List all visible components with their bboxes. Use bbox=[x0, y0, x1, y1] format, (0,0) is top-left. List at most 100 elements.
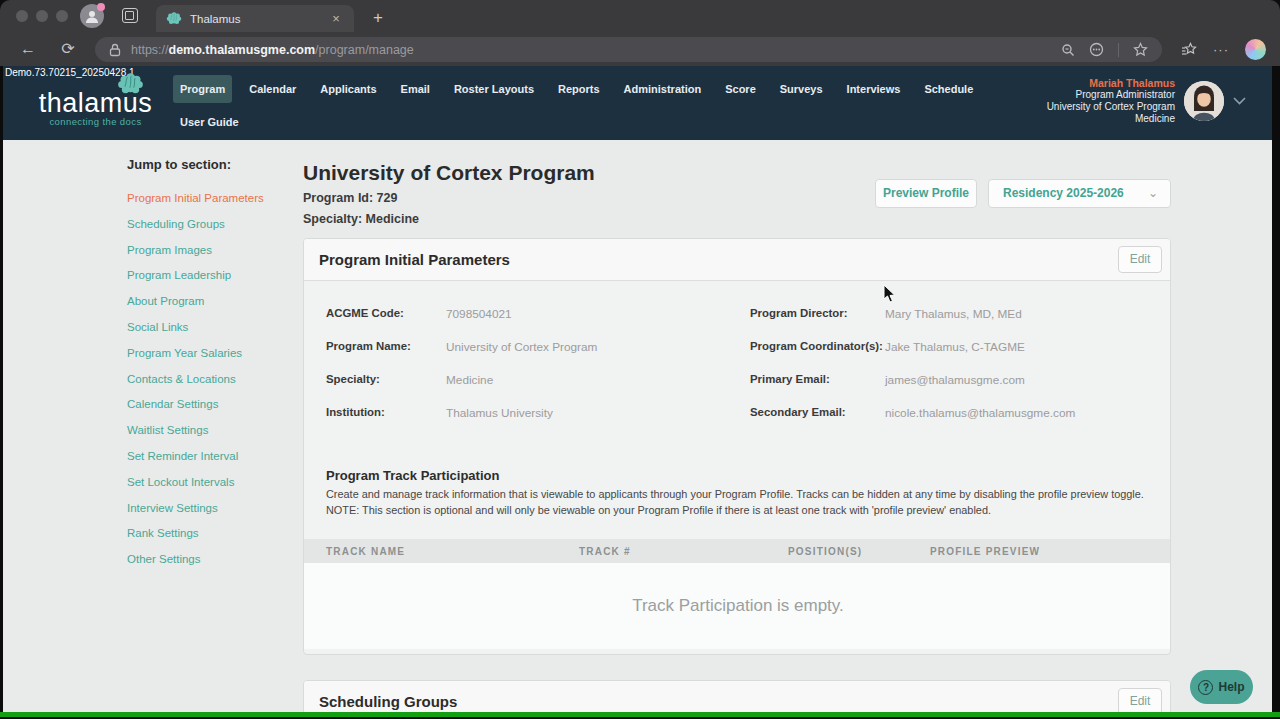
sidebar-item-contacts-locations[interactable]: Contacts & Locations bbox=[127, 367, 297, 393]
user-program: University of Cortex Program bbox=[1047, 101, 1175, 113]
nav-item-program[interactable]: Program bbox=[173, 75, 232, 103]
sidebar-item-waitlist-settings[interactable]: Waitlist Settings bbox=[127, 418, 297, 444]
main-nav: Program Calendar Applicants Email Roster… bbox=[173, 75, 980, 136]
nav-item-surveys[interactable]: Surveys bbox=[773, 75, 830, 103]
nav-item-reports[interactable]: Reports bbox=[551, 75, 607, 103]
track-section-title: Program Track Participation bbox=[326, 468, 499, 483]
field-label: Program Coordinator(s): bbox=[750, 340, 876, 352]
track-table-header: TRACK NAME TRACK # POSITION(S) PROFILE P… bbox=[304, 539, 1171, 563]
copilot-icon[interactable] bbox=[1245, 39, 1266, 60]
user-role: Program Administrator bbox=[1047, 89, 1175, 101]
favorites-icon[interactable] bbox=[1181, 42, 1197, 57]
window-controls[interactable] bbox=[16, 10, 68, 22]
tab-close-icon[interactable]: × bbox=[328, 11, 344, 26]
card-header: Scheduling Groups Edit bbox=[304, 681, 1170, 712]
field-label: Program Director: bbox=[750, 307, 876, 319]
sidebar-item-about-program[interactable]: About Program bbox=[127, 289, 297, 315]
track-section-desc1: Create and manage track information that… bbox=[326, 488, 1144, 500]
back-button[interactable]: ← bbox=[16, 37, 40, 61]
help-button[interactable]: ? Help bbox=[1190, 670, 1253, 704]
field-value: nicole.thalamus@thalamusgme.com bbox=[885, 406, 1075, 420]
tab-overview-icon[interactable] bbox=[122, 8, 138, 23]
dropdown-chevron-icon: ⌄ bbox=[1148, 180, 1158, 207]
season-dropdown[interactable]: Residency 2025-2026⌄ bbox=[988, 179, 1171, 208]
sidebar-item-other-settings[interactable]: Other Settings bbox=[127, 547, 297, 573]
card-title: Program Initial Parameters bbox=[319, 239, 510, 281]
tab-title: Thalamus bbox=[190, 13, 320, 25]
field-value: Mary Thalamus, MD, MEd bbox=[885, 307, 1022, 321]
zoom-icon[interactable] bbox=[1061, 43, 1075, 57]
sidebar-item-program-leadership[interactable]: Program Leadership bbox=[127, 263, 297, 289]
thalamus-logo[interactable]: thalamus connecting the docs bbox=[33, 80, 158, 127]
column-profile-preview: PROFILE PREVIEW bbox=[930, 546, 1171, 557]
sidebar-item-interview-settings[interactable]: Interview Settings bbox=[127, 496, 297, 522]
field-value: University of Cortex Program bbox=[446, 340, 597, 354]
nav-item-calendar[interactable]: Calendar bbox=[242, 75, 303, 103]
sidebar-item-program-images[interactable]: Program Images bbox=[127, 238, 297, 264]
divider bbox=[1118, 43, 1119, 57]
preview-profile-button[interactable]: Preview Profile bbox=[875, 179, 977, 208]
video-artifact-line bbox=[0, 712, 1280, 717]
sidebar-item-set-reminder-interval[interactable]: Set Reminder Interval bbox=[127, 444, 297, 470]
nav-item-applicants[interactable]: Applicants bbox=[313, 75, 383, 103]
browser-profile-avatar[interactable] bbox=[80, 4, 104, 28]
profile-notification-dot bbox=[97, 3, 105, 11]
edit-initial-parameters-button[interactable]: Edit bbox=[1118, 246, 1162, 273]
sidebar-item-program-year-salaries[interactable]: Program Year Salaries bbox=[127, 341, 297, 367]
sidebar-item-set-lockout-intervals[interactable]: Set Lockout Intervals bbox=[127, 470, 297, 496]
column-positions: POSITION(S) bbox=[788, 546, 930, 557]
nav-item-administration[interactable]: Administration bbox=[617, 75, 709, 103]
browser-addressbar: ← ⟳ https://demo.thalamusgme.com/program… bbox=[0, 32, 1280, 66]
browser-titlebar: Thalamus × + bbox=[0, 0, 1280, 32]
lock-icon bbox=[109, 43, 121, 57]
edit-scheduling-groups-button[interactable]: Edit bbox=[1118, 688, 1162, 712]
page-body: Demo.73.70215_20250428.1 thalamus connec… bbox=[3, 66, 1272, 712]
track-empty-state: Track Participation is empty. bbox=[304, 563, 1171, 649]
chevron-down-icon bbox=[1233, 97, 1246, 105]
track-empty-text: Track Participation is empty. bbox=[632, 596, 844, 616]
build-label: Demo.73.70215_20250428.1 bbox=[5, 67, 135, 78]
card-title: Scheduling Groups bbox=[319, 681, 457, 712]
field-label: Program Name: bbox=[326, 340, 446, 352]
bookmark-star-icon[interactable] bbox=[1133, 42, 1148, 57]
jump-sidebar: Jump to section: Program Initial Paramet… bbox=[127, 157, 297, 573]
sidebar-item-calendar-settings[interactable]: Calendar Settings bbox=[127, 392, 297, 418]
nav-item-interviews[interactable]: Interviews bbox=[840, 75, 908, 103]
browser-tab[interactable]: Thalamus × bbox=[156, 5, 354, 32]
program-initial-parameters-card: Program Initial Parameters Edit ACGME Co… bbox=[303, 238, 1171, 655]
tracking-prevention-icon[interactable] bbox=[1089, 42, 1104, 57]
field-value: james@thalamusgme.com bbox=[885, 373, 1025, 387]
sidebar-item-rank-settings[interactable]: Rank Settings bbox=[127, 521, 297, 547]
field-label: Institution: bbox=[326, 406, 446, 418]
field-label: Secondary Email: bbox=[750, 406, 876, 418]
track-section-desc2: NOTE: This section is optional and will … bbox=[326, 504, 991, 516]
logo-tagline: connecting the docs bbox=[33, 116, 158, 127]
column-track-name: TRACK NAME bbox=[326, 546, 579, 557]
site-header: Demo.73.70215_20250428.1 thalamus connec… bbox=[3, 66, 1272, 140]
user-avatar[interactable] bbox=[1184, 81, 1224, 121]
thalamus-favicon bbox=[166, 12, 182, 25]
card-header: Program Initial Parameters Edit bbox=[304, 239, 1170, 281]
sidebar-item-social-links[interactable]: Social Links bbox=[127, 315, 297, 341]
window-maximize-button[interactable] bbox=[56, 10, 68, 22]
sidebar-item-program-initial-parameters[interactable]: Program Initial Parameters bbox=[127, 186, 297, 212]
field-value: Jake Thalamus, C-TAGME bbox=[885, 340, 1025, 354]
field-value: Medicine bbox=[446, 373, 493, 387]
window-close-button[interactable] bbox=[16, 10, 28, 22]
field-label: ACGME Code: bbox=[326, 307, 446, 319]
nav-item-email[interactable]: Email bbox=[394, 75, 437, 103]
brain-icon bbox=[117, 73, 144, 95]
nav-item-schedule[interactable]: Schedule bbox=[917, 75, 980, 103]
reload-button[interactable]: ⟳ bbox=[56, 37, 80, 61]
url-bar[interactable]: https://demo.thalamusgme.com/program/man… bbox=[95, 37, 1162, 62]
user-menu[interactable]: Mariah Thalamus Program Administrator Un… bbox=[1047, 77, 1246, 125]
sidebar-item-scheduling-groups[interactable]: Scheduling Groups bbox=[127, 212, 297, 238]
new-tab-button[interactable]: + bbox=[366, 6, 390, 30]
browser-menu-icon[interactable]: ··· bbox=[1213, 42, 1229, 57]
nav-item-user-guide[interactable]: User Guide bbox=[173, 108, 246, 136]
window-minimize-button[interactable] bbox=[36, 10, 48, 22]
field-label: Specialty: bbox=[326, 373, 446, 385]
scheduling-groups-card: Scheduling Groups Edit bbox=[303, 680, 1171, 712]
nav-item-score[interactable]: Score bbox=[718, 75, 763, 103]
nav-item-roster-layouts[interactable]: Roster Layouts bbox=[447, 75, 541, 103]
